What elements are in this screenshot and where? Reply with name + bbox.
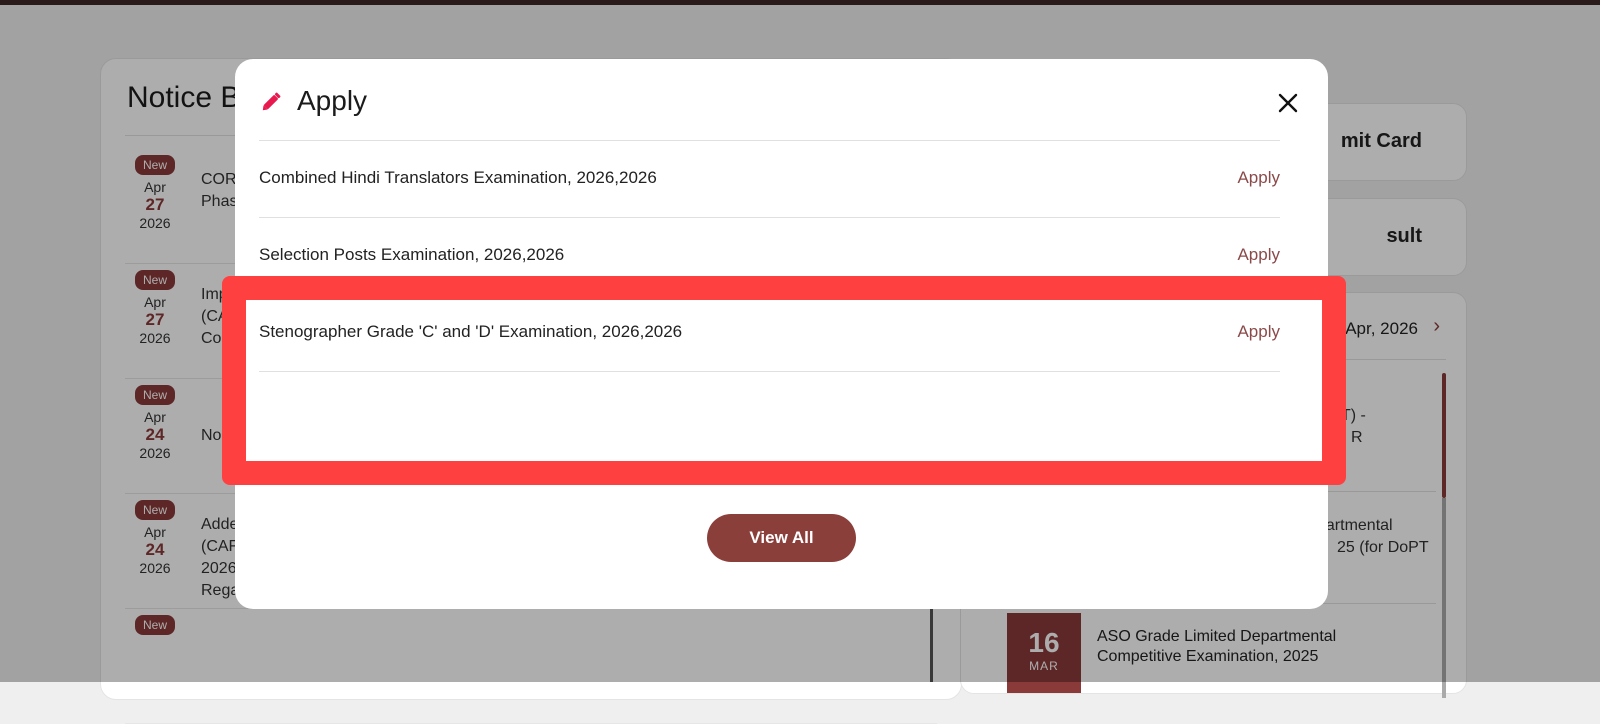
close-icon[interactable] [1274, 89, 1302, 117]
modal-title: Apply [297, 85, 368, 116]
apply-row: Selection Posts Examination, 2026,2026 A… [259, 217, 1280, 294]
apply-link[interactable]: Apply [1237, 322, 1280, 342]
view-all-button[interactable]: View All [707, 514, 856, 562]
pencil-icon [259, 88, 285, 114]
apply-row: Combined Hindi Translators Examination, … [259, 140, 1280, 217]
apply-link[interactable]: Apply [1237, 245, 1280, 265]
apply-row: Stenographer Grade 'C' and 'D' Examinati… [259, 294, 1280, 372]
exam-name: Selection Posts Examination, 2026,2026 [259, 245, 565, 264]
apply-list: Combined Hindi Translators Examination, … [259, 140, 1280, 372]
exam-name: Stenographer Grade 'C' and 'D' Examinati… [259, 322, 683, 341]
modal-header: Apply [259, 81, 367, 121]
apply-link[interactable]: Apply [1237, 168, 1280, 188]
exam-name: Combined Hindi Translators Examination, … [259, 168, 657, 187]
apply-modal: Apply Combined Hindi Translators Examina… [235, 59, 1328, 609]
